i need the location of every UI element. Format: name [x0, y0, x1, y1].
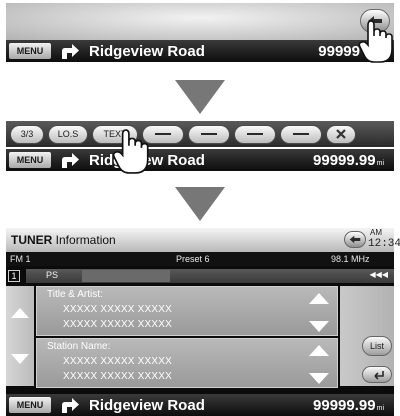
hand-pointer-icon	[358, 20, 394, 69]
distance: 99999.99mi	[313, 397, 384, 414]
display-top-area	[6, 3, 394, 40]
station-name-label: Station Name:	[47, 341, 111, 352]
turn-right-arrow-icon	[59, 151, 83, 169]
station-name-line-1: XXXXX XXXXX XXXXX	[63, 356, 173, 367]
clock-ampm: AM	[370, 228, 382, 237]
navigation-bar: MENU Ridgeview Road 99999	[6, 40, 394, 62]
lo-s-button[interactable]: LO.S	[48, 124, 88, 144]
road-name: Ridgeview Road	[89, 396, 205, 414]
distance: 99999	[318, 43, 360, 60]
scroll-down-icon[interactable]	[309, 373, 329, 384]
scroll-up-icon[interactable]	[309, 345, 329, 356]
turn-right-arrow-icon	[59, 42, 83, 60]
ps-label: PS	[46, 270, 59, 280]
road-name: Ridgeview Road	[89, 42, 205, 60]
hand-pointer-icon	[112, 129, 150, 180]
function-button-blank-4[interactable]	[280, 124, 322, 144]
menu-button[interactable]: MENU	[9, 397, 51, 413]
return-icon	[374, 370, 384, 380]
scroll-up-icon[interactable]	[309, 293, 329, 304]
navigation-bar: MENU Ridgeview Road 99999.99mi	[6, 394, 394, 416]
back-arrow-icon	[349, 235, 361, 244]
preset-label: Preset 6	[176, 254, 210, 264]
function-button-blank-2[interactable]	[188, 124, 230, 144]
tuner-information-screen: TUNER Information AM 12:34 FM 1 Preset 6…	[6, 228, 400, 416]
title-artist-box: Title & Artist: XXXXX XXXXX XXXXX XXXXX …	[36, 286, 338, 336]
distance-value: 99999	[318, 42, 360, 60]
navigation-bar: MENU Ridgeview Road 99999.99mi	[6, 149, 394, 171]
menu-button[interactable]: MENU	[9, 152, 51, 168]
step-arrow-2	[175, 187, 225, 221]
rewind-icon[interactable]: ◀◀◀	[370, 270, 388, 279]
screen-header: TUNER Information AM 12:34	[6, 228, 400, 252]
band-label: FM 1	[10, 254, 31, 264]
clock-time: 12:34	[368, 238, 400, 250]
station-name-line-2: XXXXX XXXXX XXXXX	[63, 371, 173, 382]
back-button[interactable]	[344, 231, 366, 248]
ps-bar: PS ◀◀◀	[26, 269, 394, 283]
distance-value: 99999.99	[313, 151, 376, 169]
tuner-status-row: FM 1 Preset 6 98.1 MHz	[6, 252, 394, 266]
close-button[interactable]	[326, 124, 356, 144]
scroll-up-icon[interactable]	[11, 308, 29, 318]
function-button-blank-3[interactable]	[234, 124, 276, 144]
preset-number: 1	[8, 270, 20, 282]
title-artist-label: Title & Artist:	[47, 289, 103, 300]
close-icon	[336, 129, 346, 139]
distance-value: 99999.99	[313, 396, 376, 414]
ps-segment	[82, 270, 170, 282]
return-button[interactable]	[362, 366, 392, 383]
ps-row: 1 PS ◀◀◀	[6, 268, 394, 284]
step-arrow-1	[175, 80, 225, 114]
menu-button[interactable]: MENU	[9, 43, 51, 59]
left-scroll-panel	[6, 286, 34, 386]
distance-unit: mi	[376, 159, 384, 167]
function-bar: 3/3 LO.S TEXT	[6, 121, 394, 147]
right-button-panel: List	[340, 286, 394, 386]
page-button[interactable]: 3/3	[10, 124, 44, 144]
scroll-down-icon[interactable]	[11, 354, 29, 364]
distance: 99999.99mi	[313, 152, 384, 169]
turn-right-arrow-icon	[59, 396, 83, 414]
frequency-label: 98.1 MHz	[331, 254, 370, 264]
scroll-down-icon[interactable]	[309, 321, 329, 332]
station-name-box: Station Name: XXXXX XXXXX XXXXX XXXXX XX…	[36, 338, 338, 388]
page-title: TUNER Information	[11, 233, 116, 247]
distance-unit: mi	[376, 404, 384, 412]
title-artist-line-2: XXXXX XXXXX XXXXX	[63, 319, 173, 330]
title-artist-line-1: XXXXX XXXXX XXXXX	[63, 304, 173, 315]
list-button[interactable]: List	[362, 336, 392, 356]
